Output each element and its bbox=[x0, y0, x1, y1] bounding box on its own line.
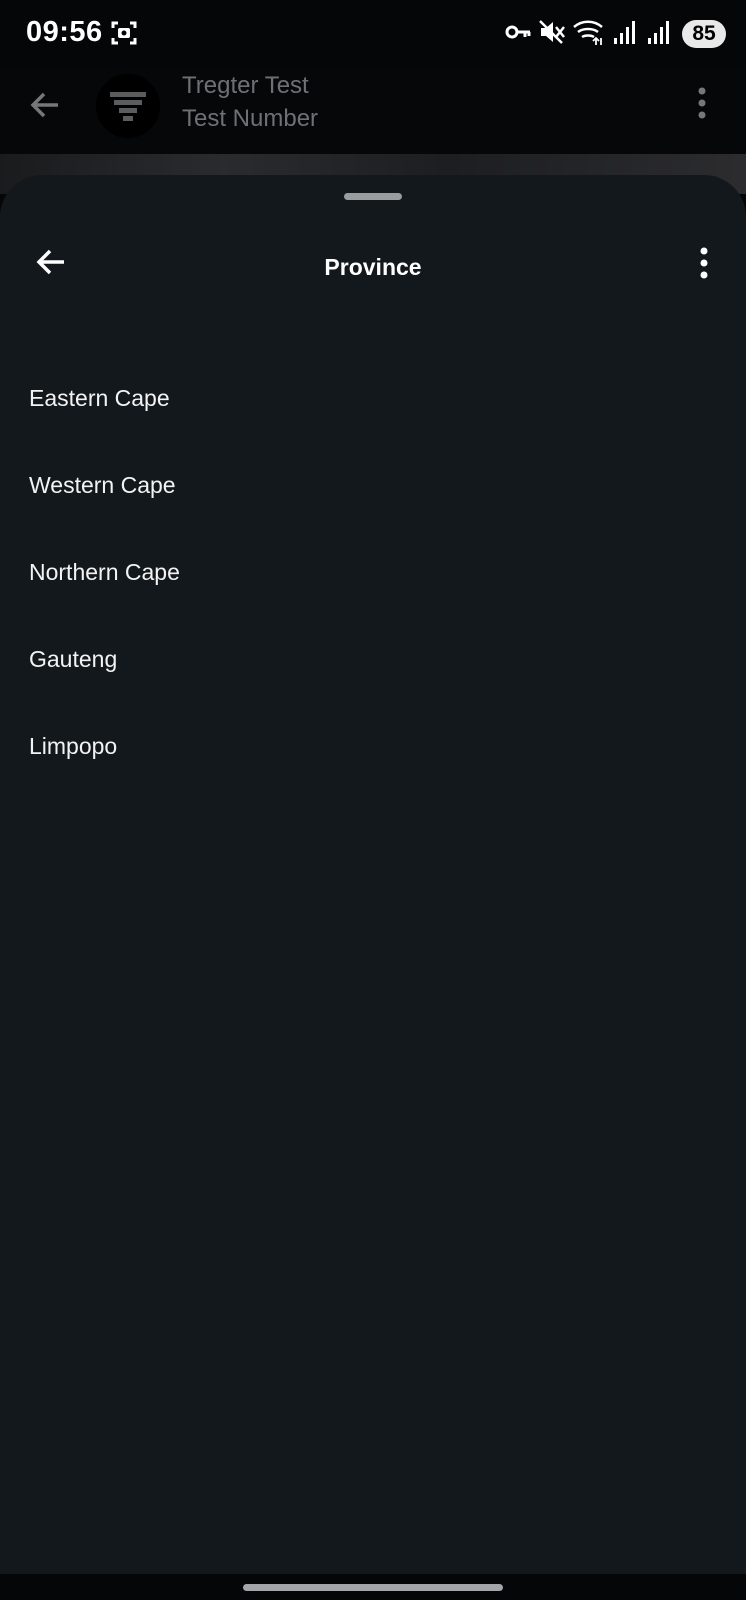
battery-indicator: 85 bbox=[682, 20, 726, 48]
list-item-gauteng[interactable]: Gauteng bbox=[0, 641, 746, 728]
list-item-limpopo[interactable]: Limpopo bbox=[0, 728, 746, 815]
contact-name: Tregter Test bbox=[182, 72, 309, 99]
screenshot-icon bbox=[110, 19, 138, 52]
list-item-eastern-cape[interactable]: Eastern Cape bbox=[0, 380, 746, 467]
vpn-key-icon bbox=[505, 25, 531, 39]
province-list: Eastern Cape Western Cape Northern Cape … bbox=[0, 380, 746, 815]
bottom-sheet: Province Eastern Cape Western Cape North… bbox=[0, 175, 746, 1575]
page-title: Province bbox=[324, 254, 422, 280]
signal-icon bbox=[614, 21, 635, 44]
back-arrow-icon[interactable] bbox=[28, 88, 62, 127]
more-vert-icon[interactable] bbox=[696, 86, 708, 125]
avatar[interactable] bbox=[96, 74, 160, 138]
list-item-western-cape[interactable]: Western Cape bbox=[0, 467, 746, 554]
status-bar: 09:56 85 bbox=[0, 0, 746, 68]
navigation-bar bbox=[0, 1574, 746, 1600]
signal-icon bbox=[648, 21, 669, 44]
funnel-logo-icon bbox=[110, 92, 146, 121]
chat-header: Tregter Test Test Number bbox=[0, 68, 746, 154]
drag-handle[interactable] bbox=[344, 193, 402, 200]
home-gesture-handle[interactable] bbox=[243, 1584, 503, 1591]
mute-icon bbox=[539, 20, 565, 44]
wifi-icon bbox=[573, 20, 603, 45]
status-time: 09:56 bbox=[26, 16, 103, 48]
contact-subtitle: Test Number bbox=[182, 105, 319, 132]
more-vert-icon[interactable] bbox=[698, 246, 710, 285]
list-item-northern-cape[interactable]: Northern Cape bbox=[0, 554, 746, 641]
